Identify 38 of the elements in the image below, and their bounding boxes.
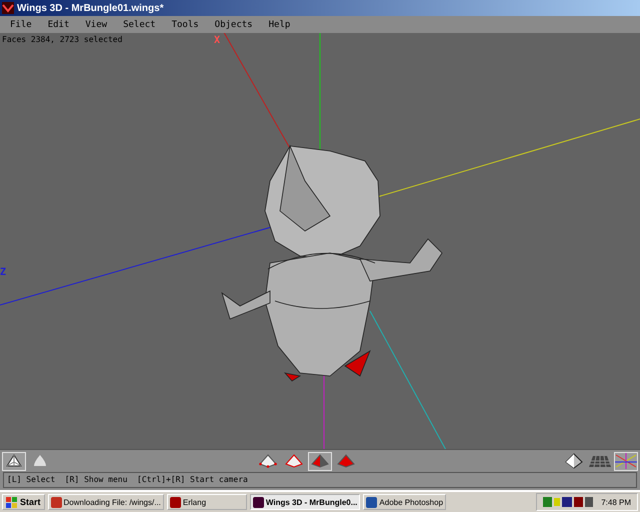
axis-label: Z — [0, 267, 6, 278]
menu-item[interactable]: Objects — [210, 20, 257, 30]
axes-icon — [615, 453, 637, 469]
status-text: [L] Select [R] Show menu [Ctrl]+[R] Start camera — [3, 472, 637, 488]
taskbar-button[interactable]: Downloading File: /wings/... — [48, 494, 164, 510]
tray-icons-drawing — [543, 496, 594, 508]
grid-icon — [589, 454, 611, 468]
windows-logo-icon — [6, 496, 18, 508]
pyramid-icon — [337, 454, 355, 468]
selection-info: Faces 2384, 2723 selected — [2, 35, 122, 44]
pyramid-icon — [285, 454, 303, 468]
taskbar-button[interactable]: Erlang — [166, 494, 247, 510]
app-icon — [170, 496, 181, 508]
pyramid-icon — [259, 454, 277, 468]
pyramid-icon — [6, 454, 22, 468]
menu-item[interactable]: Edit — [44, 20, 74, 30]
vertex-mode-button[interactable] — [256, 452, 280, 470]
window-title: Wings 3D - MrBungle01.wings* — [17, 2, 164, 14]
pyramid-icon — [565, 453, 583, 469]
menu-item[interactable]: Tools — [168, 20, 203, 30]
menu-item[interactable]: File — [6, 20, 36, 30]
app-icon — [50, 496, 62, 508]
cone-icon — [32, 454, 48, 468]
start-button[interactable]: Start — [2, 494, 45, 510]
menu-item[interactable]: Help — [264, 20, 294, 30]
axis-label: X — [214, 35, 220, 46]
axes-button[interactable] — [614, 452, 638, 470]
flat-shading-button[interactable] — [2, 452, 26, 470]
menu-item[interactable]: Select — [119, 20, 160, 30]
app-icon — [2, 2, 14, 14]
clock: 7:48 PM — [601, 498, 631, 506]
menu-item[interactable]: View — [81, 20, 112, 30]
taskbar-button[interactable]: Adobe Photoshop — [363, 494, 446, 510]
pyramid-icon — [311, 454, 329, 468]
app-icon — [366, 496, 378, 508]
taskbar-button[interactable]: Wings 3D - MrBungle0... — [250, 494, 360, 510]
app-icon — [252, 496, 264, 508]
face-mode-button[interactable] — [308, 452, 332, 470]
